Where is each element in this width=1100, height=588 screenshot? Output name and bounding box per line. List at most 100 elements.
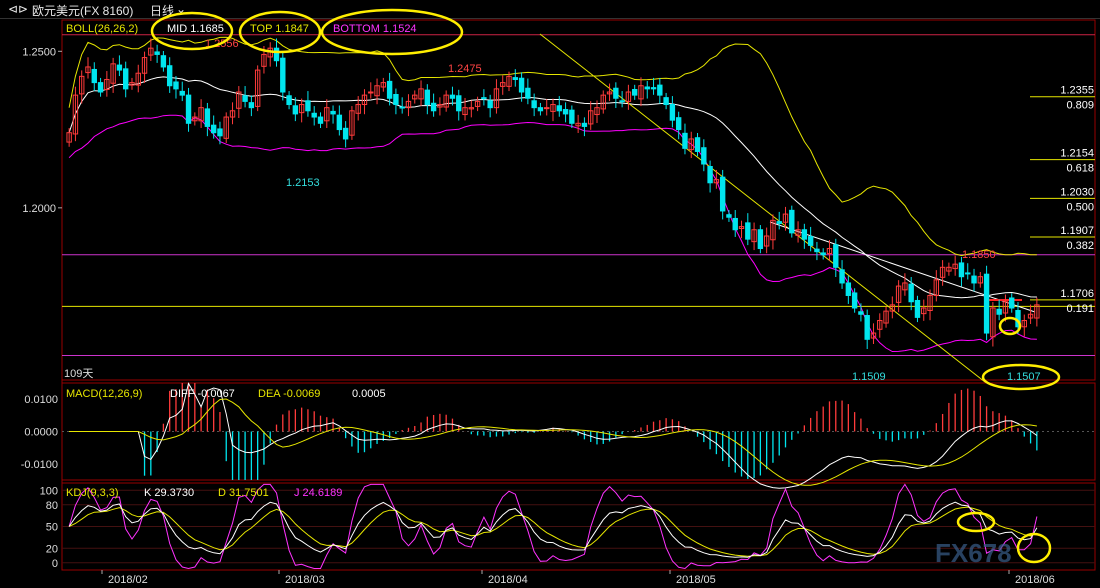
highlight-circle bbox=[956, 511, 996, 533]
candle-body bbox=[807, 236, 814, 246]
candle-body bbox=[311, 112, 317, 118]
candle-body bbox=[789, 209, 795, 234]
boll-top-value: TOP 1.1847 bbox=[250, 23, 309, 35]
candle-body bbox=[317, 116, 324, 124]
candle-body bbox=[91, 68, 97, 84]
candle-body bbox=[248, 102, 255, 109]
kdj-d-line bbox=[68, 506, 1038, 557]
kdj-j-value: J 24.6189 bbox=[294, 487, 342, 499]
candle-body bbox=[965, 272, 971, 275]
candle-body bbox=[958, 262, 965, 278]
x-axis-label: 2018/02 bbox=[108, 574, 148, 586]
boll-bottom-value: BOTTOM 1.1524 bbox=[333, 23, 417, 35]
candle-body bbox=[833, 244, 839, 268]
candle-body bbox=[569, 109, 575, 124]
candle-body bbox=[562, 109, 569, 115]
days-label: 109天 bbox=[64, 368, 93, 380]
candle-body bbox=[154, 51, 160, 55]
panel-border bbox=[61, 19, 1096, 381]
candle-body bbox=[97, 82, 104, 93]
candle-body bbox=[525, 87, 531, 99]
fib-price-label: 1.2030 bbox=[1060, 186, 1094, 198]
candle-body bbox=[305, 100, 311, 112]
candle-body bbox=[342, 127, 349, 140]
candle-body bbox=[399, 106, 405, 109]
candle-body bbox=[914, 299, 921, 318]
candle-body bbox=[544, 107, 550, 110]
candle-body bbox=[757, 229, 764, 250]
candle-body bbox=[179, 90, 185, 96]
candle-body bbox=[430, 102, 437, 112]
candle-body bbox=[456, 95, 462, 112]
candle-body bbox=[682, 132, 688, 149]
fib-ratio-label: 0.500 bbox=[1066, 201, 1094, 213]
macd-label: MACD(12,26,9) bbox=[66, 388, 142, 400]
macd-axis-label: -0.0100 bbox=[21, 459, 58, 471]
watermark-logo: FX678 bbox=[935, 538, 1012, 568]
candle-body bbox=[122, 68, 129, 90]
candle-body bbox=[839, 269, 845, 284]
candle-body bbox=[726, 214, 732, 218]
candle-body bbox=[820, 252, 826, 256]
macd-axis-label: 0.0000 bbox=[24, 427, 58, 439]
fib-price-label: 1.2355 bbox=[1060, 85, 1094, 97]
candle-body bbox=[858, 311, 864, 315]
kdj-axis-label: 100 bbox=[40, 485, 58, 497]
candle-body bbox=[983, 273, 990, 334]
candle-body bbox=[273, 47, 280, 62]
candle-body bbox=[669, 104, 676, 121]
candle-body bbox=[531, 100, 537, 109]
candle-body bbox=[908, 283, 914, 303]
candle-body bbox=[116, 64, 123, 71]
candle-body bbox=[160, 55, 167, 68]
candle-body bbox=[707, 166, 713, 184]
kdj-axis-label: 80 bbox=[46, 500, 58, 512]
trend-line bbox=[539, 33, 986, 383]
boll-label: BOLL(26,26,2) bbox=[66, 23, 138, 35]
kdj-axis-label: 50 bbox=[46, 522, 58, 534]
x-axis-label: 2018/04 bbox=[488, 574, 528, 586]
candle-body bbox=[864, 315, 870, 340]
candle-body bbox=[449, 94, 456, 99]
kdj-d-value: D 31.7501 bbox=[218, 487, 269, 499]
candle-body bbox=[581, 122, 588, 127]
fib-ratio-label: 0.191 bbox=[1066, 303, 1094, 315]
candle-body bbox=[512, 77, 518, 80]
candle-body bbox=[424, 89, 431, 106]
candle-body bbox=[845, 282, 852, 296]
kdj-axis-label: 20 bbox=[46, 543, 58, 555]
x-axis-label: 2018/05 bbox=[676, 574, 716, 586]
fib-price-label: 1.1706 bbox=[1060, 288, 1094, 300]
boll-bottom-line bbox=[68, 114, 1037, 353]
peak-label: 1.2475 bbox=[448, 63, 482, 75]
candle-body bbox=[657, 84, 663, 96]
candlestick-chart: 1.2355 0.809 1.2154 0.618 1.2030 0.500 1.1907 0… bbox=[21, 8, 1096, 586]
fib-ratio-label: 0.618 bbox=[1066, 163, 1094, 175]
peak-label: 1.1850 bbox=[962, 249, 996, 261]
candle-body bbox=[650, 87, 657, 90]
kdj-k-value: K 29.3730 bbox=[144, 487, 194, 499]
candle-body bbox=[368, 91, 374, 94]
macd-axis-label: 0.0100 bbox=[24, 394, 58, 406]
fib-ratio-label: 0.382 bbox=[1066, 240, 1094, 252]
low-label: 1.2153 bbox=[286, 177, 320, 189]
candle-body bbox=[851, 292, 858, 309]
candle-body bbox=[996, 308, 1002, 315]
candle-body bbox=[518, 77, 525, 93]
candle-body bbox=[386, 80, 393, 99]
macd-dea-value: DEA -0.0069 bbox=[258, 388, 320, 400]
candle-body bbox=[814, 248, 820, 253]
candle-body bbox=[1009, 297, 1015, 309]
candle-body bbox=[242, 95, 248, 102]
candle-body bbox=[732, 217, 738, 231]
candle-body bbox=[556, 105, 562, 112]
candle-body bbox=[204, 108, 211, 127]
candle-body bbox=[280, 57, 286, 93]
candle-body bbox=[613, 87, 619, 99]
candle-body bbox=[663, 97, 669, 106]
candle-body bbox=[210, 124, 217, 134]
boll-top-line bbox=[68, 36, 1037, 257]
candle-body bbox=[185, 94, 192, 124]
fib-ratio-label: 0.809 bbox=[1066, 100, 1094, 112]
macd-diff-value: DIFF -0.0067 bbox=[170, 388, 235, 400]
